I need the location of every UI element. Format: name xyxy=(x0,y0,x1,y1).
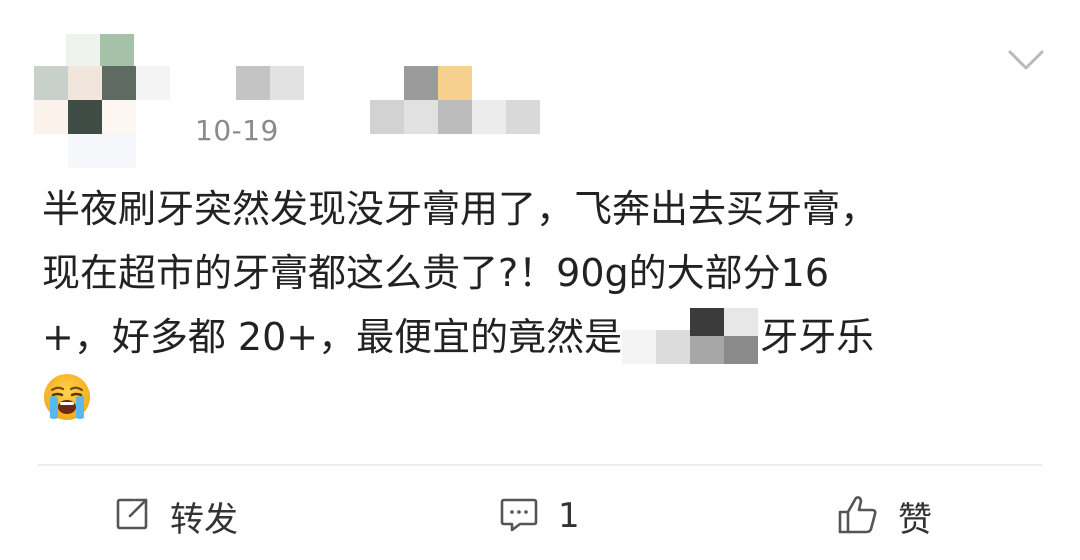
comment-button[interactable]: 1 xyxy=(498,488,580,544)
thumbs-up-icon xyxy=(836,492,880,540)
share-box-icon xyxy=(112,494,152,538)
post-line: 现在超市的牙膏都这么贵了?！90g的大部分16 xyxy=(42,251,829,295)
comment-bubble-icon xyxy=(498,494,540,538)
like-button[interactable]: 赞 xyxy=(836,488,932,544)
chevron-down-icon[interactable] xyxy=(1006,46,1046,74)
avatar[interactable] xyxy=(34,34,170,168)
post-line: +，好多都 20+，最便宜的竟然是 牙牙乐 xyxy=(42,308,874,366)
like-label: 赞 xyxy=(898,499,932,540)
redacted-image xyxy=(622,308,760,364)
post-line: 半夜刷牙突然发现没牙膏用了，飞奔出去买牙膏， xyxy=(42,187,879,231)
crying-face-icon xyxy=(42,372,92,422)
post-date: 10-19 xyxy=(195,114,279,147)
divider xyxy=(38,464,1042,466)
post-text-segment: +，好多都 20+，最便宜的竟然是 xyxy=(42,315,623,359)
user-badge xyxy=(370,66,540,136)
username[interactable] xyxy=(236,66,306,100)
repost-button[interactable]: 转发 xyxy=(112,488,238,544)
post-text-segment: 牙牙乐 xyxy=(760,315,875,359)
repost-label: 转发 xyxy=(170,499,238,540)
comment-count: 1 xyxy=(558,496,580,536)
